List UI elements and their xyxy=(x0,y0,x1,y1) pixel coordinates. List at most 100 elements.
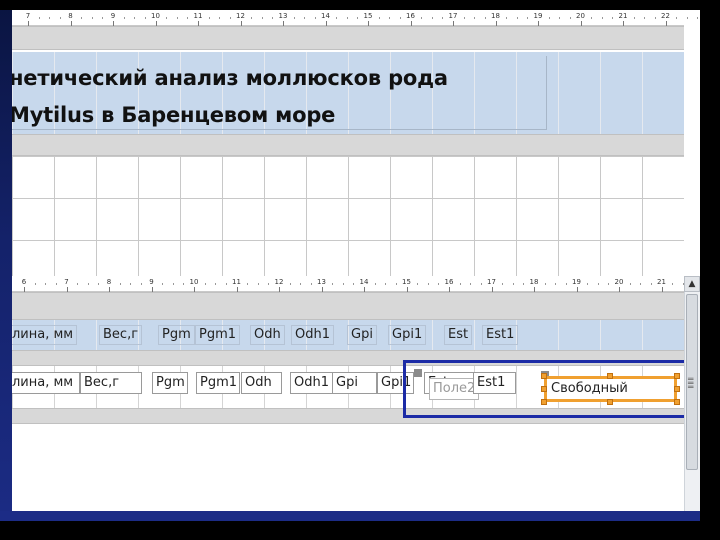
ruler-dot xyxy=(91,17,93,19)
ruler-dot xyxy=(123,17,125,19)
label-dlina[interactable]: лина, мм xyxy=(12,325,78,345)
ruler-number: 11 xyxy=(232,278,241,286)
ruler-dot xyxy=(395,283,397,285)
ruler-number: 8 xyxy=(68,12,73,20)
ruler-dot xyxy=(544,283,546,285)
ruler-dot xyxy=(474,17,476,19)
label-est1[interactable]: Est1 xyxy=(482,325,519,345)
ruler-dot xyxy=(55,283,57,285)
field-pgm1[interactable]: Pgm1 xyxy=(196,372,240,394)
report-header-bar[interactable] xyxy=(12,26,684,50)
ruler-dot xyxy=(640,283,642,285)
ruler-dot xyxy=(119,283,121,285)
ruler-number: 13 xyxy=(317,278,326,286)
ruler-dot xyxy=(608,283,610,285)
ruler-dot xyxy=(134,17,136,19)
ruler-dot xyxy=(686,17,688,19)
ruler-dot xyxy=(208,17,210,19)
ruler-number: 9 xyxy=(110,12,116,20)
ruler-dot xyxy=(389,17,391,19)
move-handle-est[interactable] xyxy=(414,369,422,377)
ruler-dot xyxy=(261,17,263,19)
ruler-dot xyxy=(162,283,164,285)
ruler-number: 13 xyxy=(278,12,288,20)
ruler-dot xyxy=(459,283,461,285)
ruler-dot xyxy=(597,283,599,285)
ruler-number: 7 xyxy=(64,278,69,286)
ruler-dot xyxy=(559,17,561,19)
field-odh1[interactable]: Odh1 xyxy=(290,372,334,394)
ruler-dot xyxy=(587,283,589,285)
page-header-bar[interactable] xyxy=(12,134,684,156)
ruler-dot xyxy=(172,283,174,285)
ruler-number: 20 xyxy=(576,12,585,20)
ruler-dot xyxy=(98,283,100,285)
report-title-line-1: нетический анализ моллюсков рода xyxy=(12,66,448,90)
ruler-dot xyxy=(399,17,401,19)
resize-handle-bm[interactable] xyxy=(607,399,613,405)
horizontal-ruler-top[interactable]: 7 8 9 10 11 12 13 14 15 16 17 18 19 20 21 22 xyxy=(12,10,699,26)
ruler-dot xyxy=(204,283,206,285)
ruler-dot xyxy=(697,17,699,19)
ruler-number: 16 xyxy=(406,12,415,20)
label-gpi1[interactable]: Gpi1 xyxy=(388,325,427,345)
ruler-dot xyxy=(144,17,146,19)
ruler-number: 10 xyxy=(151,12,160,20)
ruler-dot xyxy=(304,17,306,19)
field-pgm[interactable]: Pgm xyxy=(152,372,188,394)
ruler-dot xyxy=(38,17,40,19)
ruler-dot xyxy=(342,283,344,285)
horizontal-ruler-middle[interactable]: 6 7 8 9 10 11 12 13 14 15 16 17 18 19 20 21 xyxy=(12,276,695,292)
ruler-dot xyxy=(336,17,338,19)
ruler-dot xyxy=(34,283,36,285)
ruler-dot xyxy=(247,283,249,285)
ruler-dot xyxy=(77,283,79,285)
ruler-dot xyxy=(527,17,529,19)
report-design-window: 7 8 9 10 11 12 13 14 15 16 17 18 19 20 21 22 нетический… xyxy=(12,10,700,521)
ruler-number: 14 xyxy=(321,12,330,20)
frame-bottom xyxy=(0,521,720,540)
resize-grip-icon: ═ ═ ═ xyxy=(688,375,694,393)
resize-handle-ml[interactable] xyxy=(541,386,547,392)
ruler-number: 8 xyxy=(106,278,112,286)
ruler-dot xyxy=(555,283,557,285)
ruler-dot xyxy=(332,283,334,285)
page-footer-area xyxy=(12,424,684,521)
ruler-number: 19 xyxy=(533,12,543,20)
ruler-dot xyxy=(438,283,440,285)
ruler-dot xyxy=(81,17,83,19)
label-odh1[interactable]: Odh1 xyxy=(291,325,334,345)
label-gpi[interactable]: Gpi xyxy=(347,325,377,345)
field-ves[interactable]: Вес,г xyxy=(80,372,142,394)
resize-handle-tr[interactable] xyxy=(674,373,680,379)
field-dlina[interactable]: лина, мм xyxy=(12,372,80,394)
ruler-dot xyxy=(484,17,486,19)
ruler-number: 14 xyxy=(359,278,369,286)
field-odh[interactable]: Odh xyxy=(241,372,282,394)
resize-handle-tm[interactable] xyxy=(607,373,613,379)
label-odh[interactable]: Odh xyxy=(250,325,285,345)
label-pgm1[interactable]: Pgm1 xyxy=(195,325,241,345)
resize-handle-mr[interactable] xyxy=(674,386,680,392)
page-header-section-bar[interactable] xyxy=(12,292,684,320)
ruler-number: 6 xyxy=(21,278,27,286)
ruler-dot xyxy=(654,17,656,19)
ruler-number: 15 xyxy=(363,12,373,20)
ruler-dot xyxy=(463,17,465,19)
label-est[interactable]: Est xyxy=(444,325,473,345)
ruler-dot xyxy=(219,17,221,19)
ruler-number: 12 xyxy=(236,12,245,20)
label-ves[interactable]: Вес,г xyxy=(99,325,143,345)
ruler-number: 19 xyxy=(572,278,581,286)
resize-handle-bl[interactable] xyxy=(541,399,547,405)
field-gpi[interactable]: Gpi xyxy=(332,372,377,394)
ruler-dot xyxy=(49,17,51,19)
label-pgm[interactable]: Pgm xyxy=(158,325,195,345)
resize-handle-tl[interactable] xyxy=(541,373,547,379)
report-title-band: нетический анализ моллюсков рода Mytilus… xyxy=(12,52,684,134)
ruler-dot xyxy=(272,17,274,19)
report-title-textbox[interactable]: нетический анализ моллюсков рода Mytilus… xyxy=(12,56,547,130)
ruler-number: 15 xyxy=(402,278,411,286)
scroll-up-arrow-icon[interactable]: ▲ xyxy=(684,276,700,292)
resize-handle-br[interactable] xyxy=(674,399,680,405)
